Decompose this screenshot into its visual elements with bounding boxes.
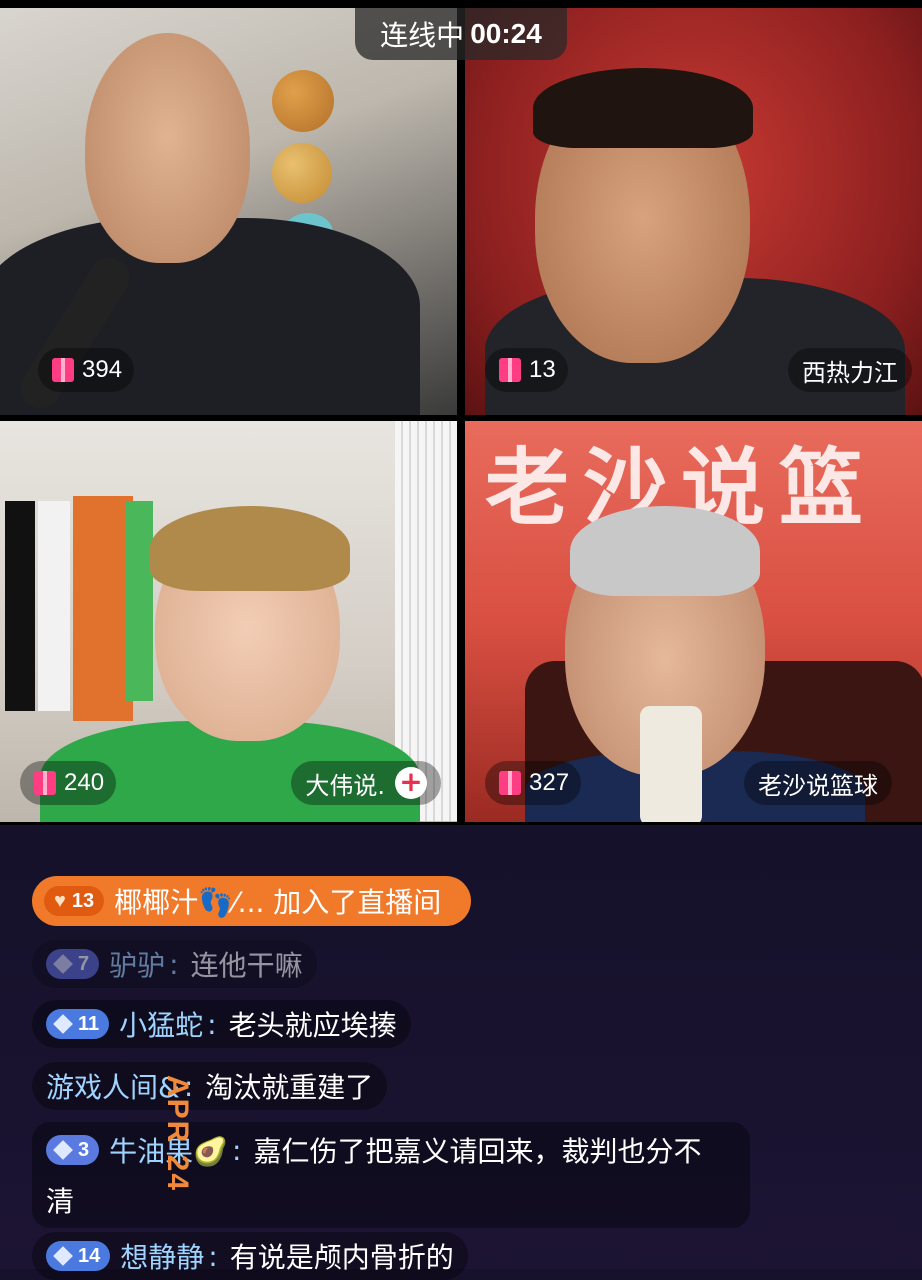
streamer-name-pill[interactable]: 老沙说篮球 (744, 761, 892, 805)
gift-count: 13 (529, 356, 556, 383)
gift-count: 327 (529, 769, 570, 796)
chat-text: 嘉仁伤了把嘉义请回来，裁判也分不 (253, 1135, 702, 1168)
join-text: 椰椰汁👣⁄... 加入了直播间 (114, 886, 442, 919)
chat-message[interactable]: 游戏人间&: 淘汰就重建了 (32, 1062, 388, 1110)
join-notification: ♥ 13 椰椰汁👣⁄... 加入了直播间 (32, 876, 472, 926)
jersey-rack (0, 481, 160, 721)
gift-counter: 327 (485, 761, 582, 805)
level-badge: 3 (46, 1135, 100, 1165)
gift-count: 240 (64, 769, 105, 796)
chat-text: 老头就应埃揍 (228, 1009, 397, 1042)
chat-username[interactable]: 驴驴 (109, 944, 165, 984)
video-tile-1[interactable]: 394 (0, 8, 457, 415)
diamond-icon (53, 1014, 73, 1034)
gift-count: 394 (82, 356, 123, 383)
level-number: 3 (78, 1138, 90, 1161)
chat-text: 淘汰就重建了 (205, 1071, 374, 1104)
person-hair (150, 506, 350, 591)
basketball-1 (272, 70, 334, 132)
connection-timer: 连线中 00:24 (355, 8, 567, 60)
video-tile-2[interactable]: 13 西热力江 (465, 8, 922, 415)
chat-text: 连他干嘛 (190, 949, 303, 982)
streamer-name: 大伟说. (305, 771, 385, 800)
video-tile-3[interactable]: 240 大伟说. + (0, 421, 457, 822)
streamer-name-pill[interactable]: 大伟说. + (291, 761, 441, 805)
colon: : (207, 1007, 217, 1041)
person-hair (533, 68, 753, 148)
timer-label: 连线中 (380, 19, 465, 52)
chat-username[interactable]: 小猛蛇 (119, 1004, 203, 1044)
gift-counter: 240 (20, 761, 117, 805)
colon: : (208, 1239, 218, 1273)
streamer-name: 西热力江 (802, 358, 898, 387)
chat-text-line2: 清 (46, 1185, 75, 1218)
timer-time: 00:24 (470, 18, 542, 49)
chat-message[interactable]: 11 小猛蛇: 老头就应埃揍 (32, 1000, 411, 1048)
chat-message[interactable]: 7 驴驴: 连他干嘛 (32, 940, 317, 988)
level-number: 7 (78, 952, 90, 975)
basketball-2 (272, 143, 332, 203)
person-head (85, 33, 250, 263)
streamer-name: 老沙说篮球 (758, 771, 878, 800)
drink-can (640, 706, 702, 822)
chat-text: 有说是颅内骨折的 (229, 1241, 454, 1274)
level-number: 14 (78, 1244, 101, 1267)
heart-icon: ♥ (54, 889, 66, 912)
level-badge: 7 (46, 949, 100, 979)
level-badge: 14 (46, 1241, 111, 1271)
level-number: 11 (78, 1012, 100, 1035)
streamer-name-pill[interactable]: 西热力江 (788, 348, 912, 392)
level-badge: 11 (46, 1009, 110, 1039)
video-tile-4[interactable]: 老沙说篮 327 老沙说篮球 (465, 421, 922, 822)
date-watermark: APR 24 (161, 1075, 194, 1193)
diamond-icon (53, 954, 73, 974)
gift-icon (52, 358, 74, 382)
chat-message[interactable]: 3 牛油果🥑: 嘉仁伤了把嘉义请回来，裁判也分不 清 (32, 1122, 750, 1228)
gift-icon (499, 771, 521, 795)
gift-counter: 13 (485, 348, 568, 392)
diamond-icon (53, 1140, 73, 1160)
chat-message[interactable]: 14 想静静: 有说是颅内骨折的 (32, 1232, 468, 1280)
diamond-icon (53, 1246, 73, 1266)
person-hair (570, 506, 760, 596)
level-number: 13 (71, 889, 95, 912)
gift-icon (499, 358, 521, 382)
gift-icon (34, 771, 56, 795)
gift-counter: 394 (38, 348, 135, 392)
video-grid: 394 13 西热力江 240 大伟说. + 老沙说篮 327 老沙说篮球 连线… (0, 0, 922, 825)
colon: : (169, 947, 179, 981)
colon: : (232, 1133, 242, 1167)
level-badge: ♥ 13 (44, 886, 105, 916)
chat-username[interactable]: 想静静 (120, 1236, 204, 1276)
follow-plus-icon[interactable]: + (395, 767, 427, 799)
